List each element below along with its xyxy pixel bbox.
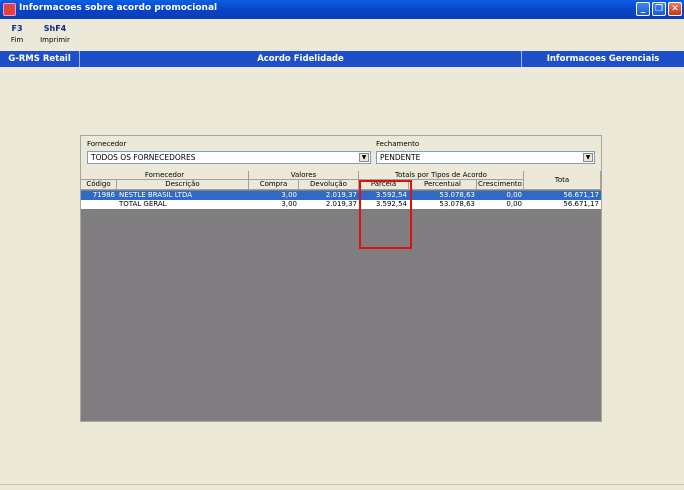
- window-title: Informacoes sobre acordo promocional: [19, 3, 218, 13]
- header-total[interactable]: Tota: [524, 171, 601, 190]
- fornecedor-value: TODOS OS FORNECEDORES: [91, 153, 196, 162]
- cell-devolucao: 2.019,37: [325, 191, 357, 199]
- fechamento-select[interactable]: PENDENTE ▼: [376, 151, 595, 164]
- cell-codigo: [81, 200, 117, 209]
- close-button[interactable]: ✕: [668, 2, 682, 16]
- fornecedor-select[interactable]: TODOS OS FORNECEDORES ▼: [87, 151, 371, 164]
- chevron-down-icon[interactable]: ▼: [583, 153, 593, 162]
- cell-descricao: TOTAL GERAL: [119, 200, 167, 208]
- nav-informacoes-gerenciais[interactable]: Informacoes Gerenciais: [522, 51, 684, 67]
- cell-total: 56.671,17: [563, 200, 599, 208]
- imprimir-button[interactable]: ShF4 Imprimir: [38, 24, 72, 44]
- header-devolucao[interactable]: Devolução: [299, 180, 359, 190]
- nav-bar: G-RMS Retail Acordo Fidelidade Informaco…: [0, 51, 684, 67]
- cell-compra: 3,00: [281, 200, 297, 208]
- restore-button[interactable]: ❐: [652, 2, 666, 16]
- table-row[interactable]: 71986 NESTLE BRASIL LTDA 3,00 2.019,37 3…: [81, 191, 601, 200]
- header-totais-group: Totais por Tipos de Acordo: [359, 171, 524, 180]
- cell-total: 56.671,17: [563, 191, 599, 199]
- cell-descricao: NESTLE BRASIL LTDA: [119, 191, 192, 199]
- header-fornecedor-group: Fornecedor: [81, 171, 249, 180]
- fechamento-value: PENDENTE: [380, 153, 421, 162]
- data-grid[interactable]: Fornecedor Valores Totais por Tipos de A…: [81, 171, 601, 421]
- header-crescimento[interactable]: Crescimento: [477, 180, 524, 190]
- table-row[interactable]: TOTAL GERAL 3,00 2.019,37 3.592,54 53.07…: [81, 200, 601, 209]
- imprimir-label: Imprimir: [40, 36, 70, 44]
- chevron-down-icon[interactable]: ▼: [359, 153, 369, 162]
- title-bar: Informacoes sobre acordo promocional _ ❐…: [0, 0, 684, 19]
- cell-devolucao: 2.019,37: [325, 200, 357, 208]
- status-bar: [0, 484, 684, 490]
- fim-label: Fim: [10, 36, 24, 44]
- cell-percentual: 53.078,63: [439, 200, 475, 208]
- header-descricao[interactable]: Descrição: [117, 180, 249, 190]
- header-codigo[interactable]: Código: [81, 180, 117, 190]
- fornecedor-label: Fornecedor: [87, 140, 127, 148]
- toolbar: F3 Fim ShF4 Imprimir: [0, 20, 684, 50]
- cell-crescimento: 0,00: [506, 191, 522, 199]
- nav-g-rms-retail[interactable]: G-RMS Retail: [0, 51, 80, 67]
- header-valores-group: Valores: [249, 171, 359, 180]
- app-icon: [3, 3, 16, 16]
- cell-codigo: 71986: [92, 191, 115, 199]
- main-panel: Fornecedor TODOS OS FORNECEDORES ▼ Fecha…: [80, 135, 602, 422]
- minimize-button[interactable]: _: [636, 2, 650, 16]
- fim-key: F3: [11, 24, 23, 33]
- cell-percentual: 53.078,63: [439, 191, 475, 199]
- header-percentual[interactable]: Percentual: [409, 180, 477, 190]
- fechamento-label: Fechamento: [376, 140, 420, 148]
- fim-button[interactable]: F3 Fim: [6, 24, 28, 44]
- imprimir-key: ShF4: [43, 24, 67, 33]
- header-compra[interactable]: Compra: [249, 180, 299, 190]
- cell-compra: 3,00: [281, 191, 297, 199]
- highlight-box: [359, 180, 412, 249]
- nav-acordo-fidelidade[interactable]: Acordo Fidelidade: [80, 51, 522, 67]
- cell-crescimento: 0,00: [506, 200, 522, 208]
